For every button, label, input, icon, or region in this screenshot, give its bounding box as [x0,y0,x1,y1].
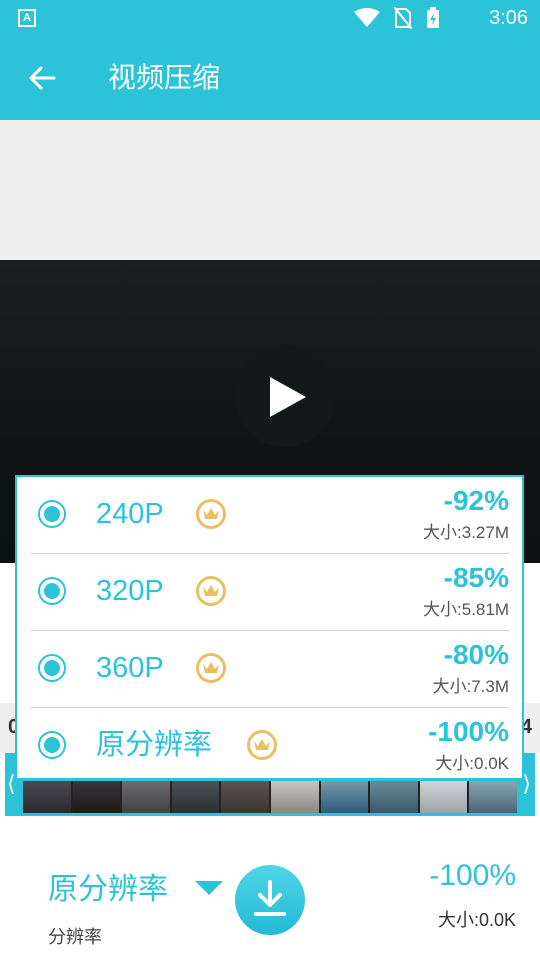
resolution-label: 320P [96,575,164,607]
page-title: 视频压缩 [108,62,221,93]
frame-thumbnail [221,781,269,813]
resolution-selector[interactable]: 原分辨率 [48,868,168,912]
status-icons [354,6,440,30]
resolution-option-240p[interactable]: 240P -92% 大小:3.27M [31,477,509,554]
crown-icon [196,653,226,683]
resolution-option-360p[interactable]: 360P -80% 大小:7.3M [31,631,509,708]
frame-thumbnail [320,781,369,813]
compression-percent-summary: -100% [429,859,516,892]
frame-thumbnail [122,781,170,813]
file-size: 大小:0.0K [435,754,509,773]
resolution-caption: 分辨率 [48,927,102,947]
crown-icon [196,499,226,529]
frame-thumbnail [469,781,517,813]
frame-thumbnail [270,781,319,813]
download-button[interactable] [235,865,305,935]
download-icon [254,880,286,916]
frame-thumbnail [419,781,468,813]
frame-thumbnail [370,781,418,813]
frame-thumbnail [171,781,220,813]
arrow-left-icon[interactable] [26,62,58,94]
chevron-down-icon[interactable] [195,881,223,895]
compression-percent: -80% [443,639,509,670]
resolution-popup: 240P -92% 大小:3.27M 320P -85% 大小:5.81M 36… [15,475,524,780]
radio-button[interactable] [38,731,66,759]
app-toolbar: 视频压缩 [0,36,540,120]
status-bar: A 3:06 [0,0,540,36]
no-sim-icon [394,7,412,29]
file-size: 大小:3.27M [423,523,509,542]
file-size: 大小:5.81M [423,600,509,619]
radio-button[interactable] [38,500,66,528]
file-size: 大小:7.3M [432,677,509,696]
clock: 3:06 [489,7,528,29]
file-size-summary: 大小:0.0K [437,910,516,930]
app-notification-icon: A [18,9,36,27]
crown-icon [196,576,226,606]
radio-button[interactable] [38,577,66,605]
radio-button[interactable] [38,654,66,682]
frame-thumbnail [23,781,71,813]
timeline-frames [23,781,517,813]
frame-thumbnail [72,781,121,813]
wifi-icon [354,8,380,27]
compression-percent: -100% [428,716,509,747]
resolution-label: 原分辨率 [96,729,213,761]
compression-percent: -85% [443,562,509,593]
resolution-label: 240P [96,498,164,530]
crown-icon [247,730,277,760]
battery-charging-icon [427,7,439,28]
compression-percent: -92% [443,485,509,516]
resolution-option-original[interactable]: 原分辨率 -100% 大小:0.0K [31,708,509,785]
resolution-label: 360P [96,652,164,684]
resolution-option-320p[interactable]: 320P -85% 大小:5.81M [31,554,509,631]
play-icon [270,377,306,417]
top-spacer [0,120,540,260]
play-button[interactable] [234,345,336,447]
